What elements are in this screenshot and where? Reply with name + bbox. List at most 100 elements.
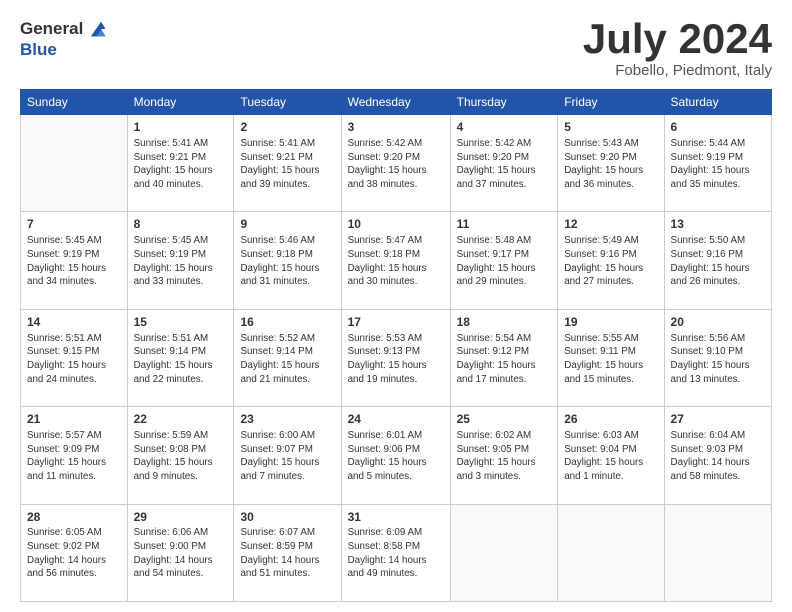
day-number: 14 [27,314,121,331]
day-info: Sunrise: 6:01 AM Sunset: 9:06 PM Dayligh… [348,429,444,484]
calendar-cell: 26Sunrise: 6:03 AM Sunset: 9:04 PM Dayli… [558,407,664,504]
calendar-cell [21,115,128,212]
day-number: 7 [27,216,121,233]
day-info: Sunrise: 5:52 AM Sunset: 9:14 PM Dayligh… [240,332,334,387]
calendar-week-row: 14Sunrise: 5:51 AM Sunset: 9:15 PM Dayli… [21,309,772,406]
day-number: 6 [671,119,765,136]
logo-general: General [20,19,83,39]
day-number: 24 [348,411,444,428]
day-number: 4 [457,119,552,136]
day-number: 28 [27,509,121,526]
day-info: Sunrise: 5:49 AM Sunset: 9:16 PM Dayligh… [564,234,657,289]
day-info: Sunrise: 5:41 AM Sunset: 9:21 PM Dayligh… [134,137,228,192]
calendar-cell [450,504,558,601]
day-number: 16 [240,314,334,331]
day-number: 3 [348,119,444,136]
day-info: Sunrise: 5:43 AM Sunset: 9:20 PM Dayligh… [564,137,657,192]
calendar-cell: 21Sunrise: 5:57 AM Sunset: 9:09 PM Dayli… [21,407,128,504]
calendar-cell: 2Sunrise: 5:41 AM Sunset: 9:21 PM Daylig… [234,115,341,212]
calendar-cell: 16Sunrise: 5:52 AM Sunset: 9:14 PM Dayli… [234,309,341,406]
header-wednesday: Wednesday [341,90,450,115]
day-info: Sunrise: 6:03 AM Sunset: 9:04 PM Dayligh… [564,429,657,484]
month-title: July 2024 [583,18,772,60]
day-number: 13 [671,216,765,233]
day-number: 5 [564,119,657,136]
day-info: Sunrise: 5:56 AM Sunset: 9:10 PM Dayligh… [671,332,765,387]
day-info: Sunrise: 5:50 AM Sunset: 9:16 PM Dayligh… [671,234,765,289]
day-info: Sunrise: 6:09 AM Sunset: 8:58 PM Dayligh… [348,526,444,581]
calendar-cell: 28Sunrise: 6:05 AM Sunset: 9:02 PM Dayli… [21,504,128,601]
day-number: 18 [457,314,552,331]
calendar-cell: 12Sunrise: 5:49 AM Sunset: 9:16 PM Dayli… [558,212,664,309]
calendar-header-row: Sunday Monday Tuesday Wednesday Thursday… [21,90,772,115]
day-info: Sunrise: 5:59 AM Sunset: 9:08 PM Dayligh… [134,429,228,484]
day-info: Sunrise: 5:42 AM Sunset: 9:20 PM Dayligh… [348,137,444,192]
calendar-cell: 31Sunrise: 6:09 AM Sunset: 8:58 PM Dayli… [341,504,450,601]
calendar-cell: 3Sunrise: 5:42 AM Sunset: 9:20 PM Daylig… [341,115,450,212]
day-number: 15 [134,314,228,331]
calendar-cell: 4Sunrise: 5:42 AM Sunset: 9:20 PM Daylig… [450,115,558,212]
calendar-cell [558,504,664,601]
day-info: Sunrise: 5:45 AM Sunset: 9:19 PM Dayligh… [27,234,121,289]
day-number: 31 [348,509,444,526]
calendar-cell: 6Sunrise: 5:44 AM Sunset: 9:19 PM Daylig… [664,115,771,212]
day-number: 20 [671,314,765,331]
calendar-cell: 18Sunrise: 5:54 AM Sunset: 9:12 PM Dayli… [450,309,558,406]
day-number: 29 [134,509,228,526]
calendar-cell: 29Sunrise: 6:06 AM Sunset: 9:00 PM Dayli… [127,504,234,601]
day-info: Sunrise: 6:02 AM Sunset: 9:05 PM Dayligh… [457,429,552,484]
day-info: Sunrise: 5:55 AM Sunset: 9:11 PM Dayligh… [564,332,657,387]
calendar-cell: 19Sunrise: 5:55 AM Sunset: 9:11 PM Dayli… [558,309,664,406]
calendar-week-row: 7Sunrise: 5:45 AM Sunset: 9:19 PM Daylig… [21,212,772,309]
day-number: 8 [134,216,228,233]
day-info: Sunrise: 5:54 AM Sunset: 9:12 PM Dayligh… [457,332,552,387]
calendar-cell: 5Sunrise: 5:43 AM Sunset: 9:20 PM Daylig… [558,115,664,212]
header-tuesday: Tuesday [234,90,341,115]
day-info: Sunrise: 5:44 AM Sunset: 9:19 PM Dayligh… [671,137,765,192]
day-info: Sunrise: 6:05 AM Sunset: 9:02 PM Dayligh… [27,526,121,581]
header-friday: Friday [558,90,664,115]
day-info: Sunrise: 6:07 AM Sunset: 8:59 PM Dayligh… [240,526,334,581]
day-number: 27 [671,411,765,428]
day-number: 26 [564,411,657,428]
header-thursday: Thursday [450,90,558,115]
day-number: 2 [240,119,334,136]
day-number: 30 [240,509,334,526]
day-number: 12 [564,216,657,233]
calendar-cell: 22Sunrise: 5:59 AM Sunset: 9:08 PM Dayli… [127,407,234,504]
day-number: 11 [457,216,552,233]
calendar-cell [664,504,771,601]
calendar-cell: 25Sunrise: 6:02 AM Sunset: 9:05 PM Dayli… [450,407,558,504]
day-number: 25 [457,411,552,428]
day-number: 1 [134,119,228,136]
calendar-cell: 9Sunrise: 5:46 AM Sunset: 9:18 PM Daylig… [234,212,341,309]
calendar-cell: 10Sunrise: 5:47 AM Sunset: 9:18 PM Dayli… [341,212,450,309]
day-number: 19 [564,314,657,331]
calendar-week-row: 28Sunrise: 6:05 AM Sunset: 9:02 PM Dayli… [21,504,772,601]
day-info: Sunrise: 5:51 AM Sunset: 9:14 PM Dayligh… [134,332,228,387]
calendar-table: Sunday Monday Tuesday Wednesday Thursday… [20,89,772,602]
day-number: 23 [240,411,334,428]
day-info: Sunrise: 5:53 AM Sunset: 9:13 PM Dayligh… [348,332,444,387]
day-info: Sunrise: 6:00 AM Sunset: 9:07 PM Dayligh… [240,429,334,484]
calendar-cell: 15Sunrise: 5:51 AM Sunset: 9:14 PM Dayli… [127,309,234,406]
day-number: 21 [27,411,121,428]
day-info: Sunrise: 5:51 AM Sunset: 9:15 PM Dayligh… [27,332,121,387]
calendar-cell: 27Sunrise: 6:04 AM Sunset: 9:03 PM Dayli… [664,407,771,504]
day-number: 10 [348,216,444,233]
header-sunday: Sunday [21,90,128,115]
calendar-cell: 11Sunrise: 5:48 AM Sunset: 9:17 PM Dayli… [450,212,558,309]
day-info: Sunrise: 5:41 AM Sunset: 9:21 PM Dayligh… [240,137,334,192]
location-subtitle: Fobello, Piedmont, Italy [583,62,772,79]
calendar-cell: 8Sunrise: 5:45 AM Sunset: 9:19 PM Daylig… [127,212,234,309]
logo-blue: Blue [20,40,57,60]
calendar-week-row: 1Sunrise: 5:41 AM Sunset: 9:21 PM Daylig… [21,115,772,212]
day-info: Sunrise: 5:57 AM Sunset: 9:09 PM Dayligh… [27,429,121,484]
logo: General Blue [20,18,107,60]
day-info: Sunrise: 5:42 AM Sunset: 9:20 PM Dayligh… [457,137,552,192]
calendar-cell: 7Sunrise: 5:45 AM Sunset: 9:19 PM Daylig… [21,212,128,309]
day-number: 17 [348,314,444,331]
day-number: 9 [240,216,334,233]
day-info: Sunrise: 6:06 AM Sunset: 9:00 PM Dayligh… [134,526,228,581]
header-saturday: Saturday [664,90,771,115]
